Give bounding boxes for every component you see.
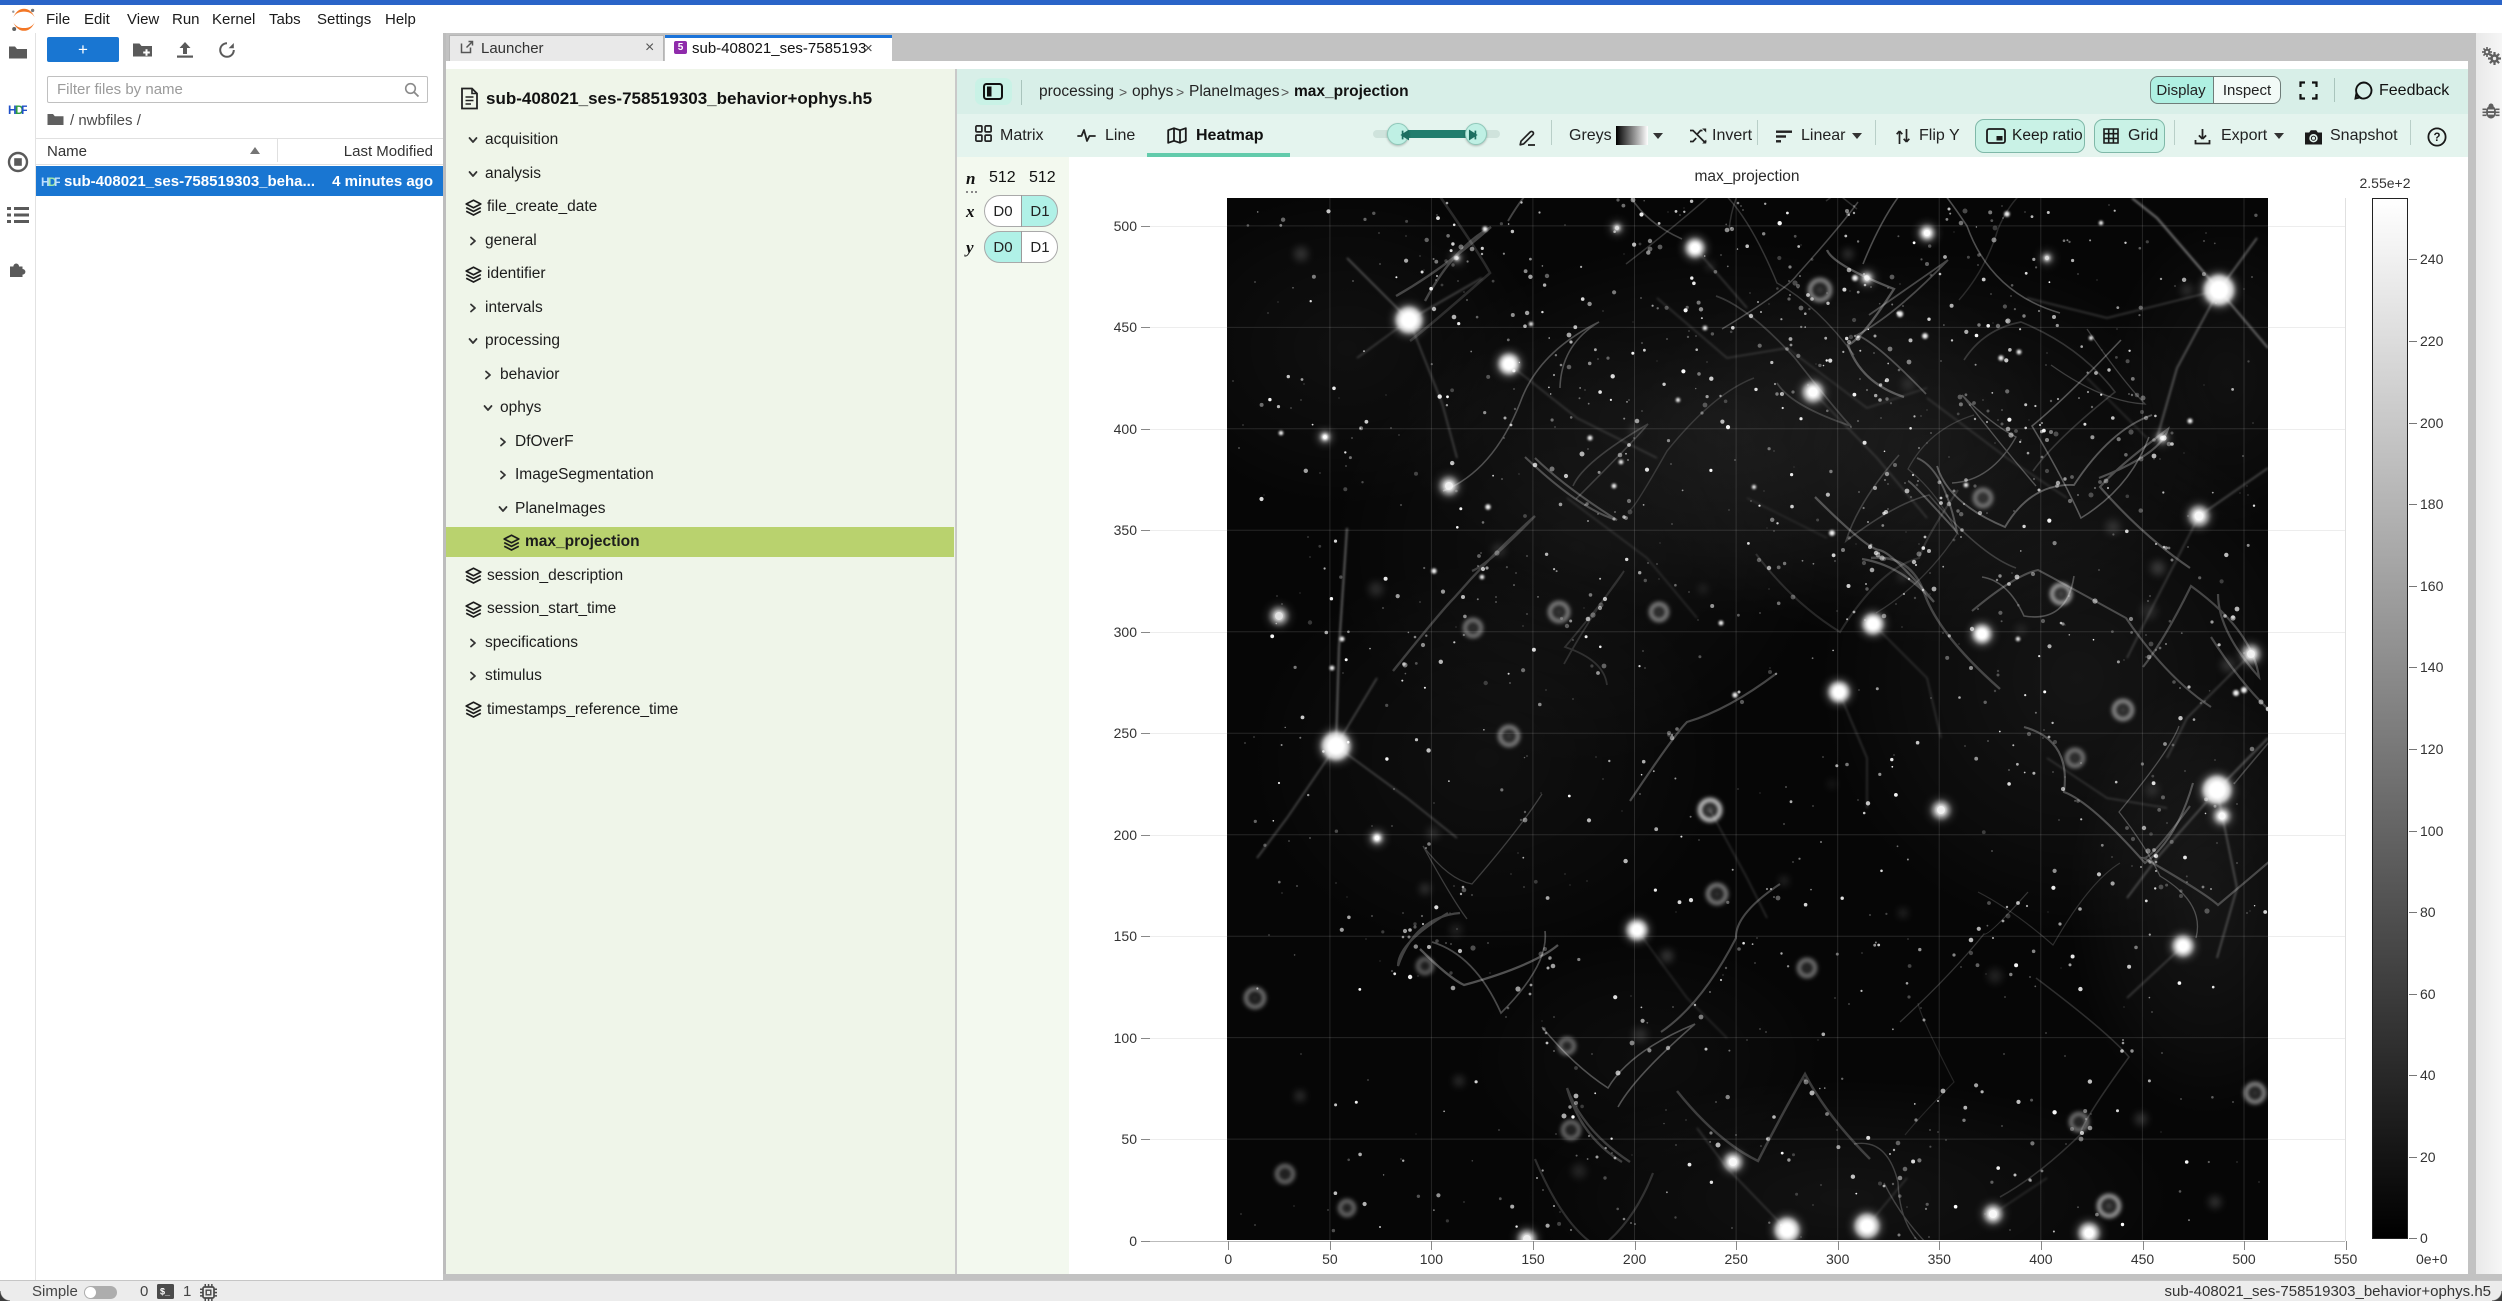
svg-text:?: ? — [2433, 132, 2440, 144]
svg-text:$_: $_ — [160, 1287, 171, 1297]
svg-text:F: F — [54, 175, 60, 189]
svg-text:F: F — [21, 103, 27, 117]
